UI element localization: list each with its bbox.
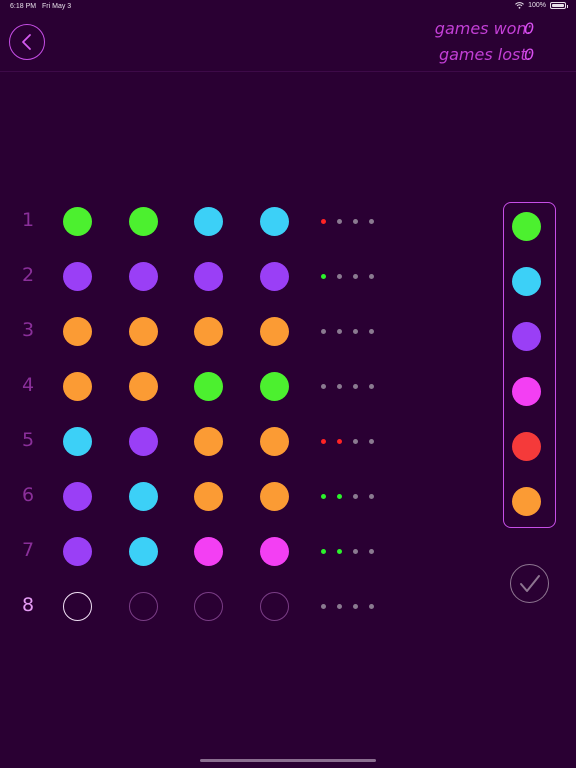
feedback-dot-empty — [353, 549, 358, 554]
orange-peg — [260, 482, 289, 511]
feedback-dot-empty — [369, 384, 374, 389]
feedback-dot-green — [337, 549, 342, 554]
feedback-dot-empty — [353, 604, 358, 609]
feedback-dot-empty — [337, 274, 342, 279]
feedback-dot-red — [321, 219, 326, 224]
feedback-dot-empty — [337, 384, 342, 389]
row-number: 1 — [21, 209, 35, 231]
palette-red-peg[interactable] — [512, 432, 541, 461]
cyan-peg — [260, 207, 289, 236]
cyan-peg — [129, 482, 158, 511]
row-number: 7 — [21, 539, 35, 561]
purple-peg — [260, 262, 289, 291]
feedback-dot-empty — [321, 329, 326, 334]
feedback-dot-empty — [369, 439, 374, 444]
cyan-peg — [63, 427, 92, 456]
feedback-dot-red — [337, 439, 342, 444]
status-indicators: 100% — [515, 2, 568, 9]
purple-peg — [129, 262, 158, 291]
palette-orange-peg[interactable] — [512, 487, 541, 516]
feedback-dot-green — [321, 274, 326, 279]
purple-peg — [63, 262, 92, 291]
feedback-dot-empty — [353, 439, 358, 444]
feedback-dot-red — [321, 439, 326, 444]
green-peg — [194, 372, 223, 401]
row-number: 6 — [21, 484, 35, 506]
magenta-peg — [260, 537, 289, 566]
games-won-value: 0 — [524, 19, 535, 38]
row-number: 8 — [21, 594, 35, 616]
row-number: 4 — [21, 374, 35, 396]
cyan-peg — [129, 537, 158, 566]
empty-peg-slot[interactable] — [129, 592, 158, 621]
home-indicator — [200, 759, 376, 762]
green-peg — [260, 372, 289, 401]
header-divider — [0, 71, 576, 72]
feedback-dot-empty — [337, 604, 342, 609]
purple-peg — [63, 482, 92, 511]
palette-cyan-peg[interactable] — [512, 267, 541, 296]
current-peg-slot[interactable] — [63, 592, 92, 621]
orange-peg — [260, 317, 289, 346]
wifi-icon — [515, 2, 524, 9]
orange-peg — [63, 317, 92, 346]
games-won-label: games won: — [434, 19, 532, 38]
feedback-dot-green — [321, 494, 326, 499]
feedback-dot-empty — [369, 549, 374, 554]
feedback-dot-green — [321, 549, 326, 554]
green-peg — [63, 207, 92, 236]
row-number: 5 — [21, 429, 35, 451]
battery-icon — [550, 2, 568, 9]
color-palette — [503, 202, 556, 528]
palette-magenta-peg[interactable] — [512, 377, 541, 406]
feedback-dot-empty — [369, 274, 374, 279]
palette-purple-peg[interactable] — [512, 322, 541, 351]
chevron-left-icon — [22, 34, 31, 50]
feedback-dot-empty — [369, 494, 374, 499]
games-lost-value: 0 — [524, 45, 535, 64]
submit-guess-button[interactable] — [510, 564, 549, 603]
row-number: 3 — [21, 319, 35, 341]
feedback-dot-empty — [321, 384, 326, 389]
battery-percent: 100% — [528, 2, 546, 9]
row-number: 2 — [21, 264, 35, 286]
feedback-dot-empty — [353, 219, 358, 224]
orange-peg — [194, 427, 223, 456]
checkmark-icon — [519, 574, 540, 592]
orange-peg — [194, 317, 223, 346]
magenta-peg — [194, 537, 223, 566]
feedback-dot-empty — [337, 219, 342, 224]
orange-peg — [260, 427, 289, 456]
feedback-dot-empty — [337, 329, 342, 334]
status-date: Fri May 3 — [42, 3, 72, 10]
purple-peg — [63, 537, 92, 566]
purple-peg — [194, 262, 223, 291]
orange-peg — [194, 482, 223, 511]
feedback-dot-empty — [353, 494, 358, 499]
orange-peg — [63, 372, 92, 401]
feedback-dot-empty — [353, 329, 358, 334]
feedback-dot-green — [337, 494, 342, 499]
feedback-dot-empty — [369, 329, 374, 334]
cyan-peg — [194, 207, 223, 236]
purple-peg — [129, 427, 158, 456]
empty-peg-slot[interactable] — [260, 592, 289, 621]
feedback-dot-empty — [369, 219, 374, 224]
green-peg — [129, 207, 158, 236]
orange-peg — [129, 372, 158, 401]
palette-green-peg[interactable] — [512, 212, 541, 241]
feedback-dot-empty — [369, 604, 374, 609]
back-button[interactable] — [9, 24, 45, 60]
feedback-dot-empty — [353, 274, 358, 279]
status-bar: 6:18 PM Fri May 3 100% — [0, 0, 576, 14]
empty-peg-slot[interactable] — [194, 592, 223, 621]
status-time: 6:18 PM — [10, 3, 37, 10]
feedback-dot-empty — [353, 384, 358, 389]
games-lost-label: games lost: — [438, 45, 532, 64]
orange-peg — [129, 317, 158, 346]
feedback-dot-empty — [321, 604, 326, 609]
